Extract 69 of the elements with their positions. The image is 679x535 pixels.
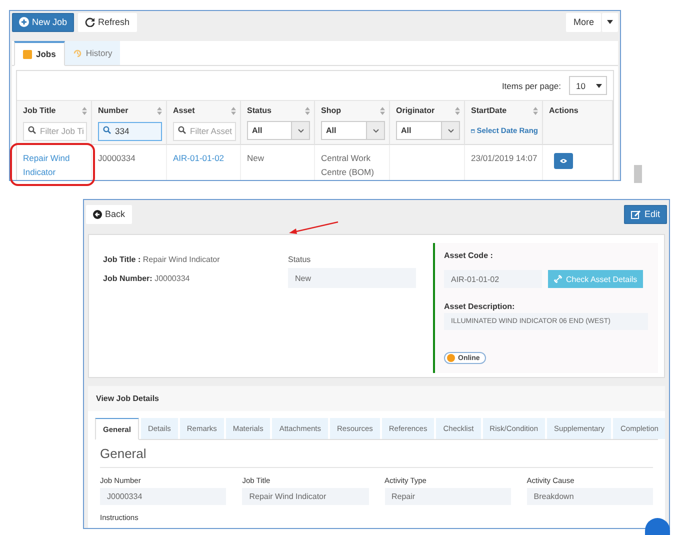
eye-icon [560,158,567,164]
section-heading: General [100,446,653,468]
new-job-button[interactable]: New Job [12,12,74,32]
asset-description-label: Asset Description: [444,302,516,311]
status-label: Status [288,255,312,264]
job-link[interactable]: AIR-01-01-02 [173,151,236,165]
table-cell: 23/01/2019 14:07 [471,153,538,163]
sort-icon[interactable] [533,106,538,114]
chevron-down-icon [298,128,304,132]
sort-icon[interactable] [231,106,236,114]
filter-select[interactable]: All [321,121,385,140]
filter-field[interactable]: 334 [98,122,162,140]
refresh-button[interactable]: Refresh [78,12,137,32]
search-icon [103,126,111,134]
job-link[interactable]: Repair Wind Indicator [23,151,87,179]
table-cell: New [247,153,264,163]
field-value: Breakdown [526,488,653,505]
items-per-page-label: Items per page: [502,80,561,90]
search-icon [178,126,186,134]
column-title: Asset [173,106,195,115]
chevron-down-icon [448,128,454,132]
tab[interactable]: Jobs [14,41,65,66]
section-title: View Job Details [96,394,159,403]
column-title: Job Title [23,106,56,115]
filter-field[interactable]: Filter Asset [173,122,236,140]
edit-icon [631,210,642,218]
column-title: Originator [396,106,435,115]
refresh-icon [85,17,96,27]
sort-icon[interactable] [305,106,310,114]
table-cell: Central Work Centre (BOM) [321,153,374,177]
back-button[interactable]: Back [86,204,132,224]
status-field: New [288,268,416,288]
search-icon [28,126,36,134]
edit-button[interactable]: Edit [624,204,667,224]
column-title: Actions [549,106,578,115]
column-title: Status [247,106,272,115]
job-number-text: Job Number: J0000334 [103,274,191,283]
view-button[interactable] [554,153,573,169]
tab[interactable]: History [64,41,120,65]
dropdown-toggle[interactable] [602,12,618,32]
asset-code-field: AIR-01-01-02 [444,270,542,288]
more-button[interactable]: More [566,12,601,32]
note-icon [23,50,32,58]
filter-select[interactable]: All [396,121,460,140]
caret-icon [607,20,613,24]
items-per-page-select[interactable]: 10 [569,76,607,95]
history-icon [72,48,82,58]
filter-field[interactable]: Filter Job Ti [23,122,87,140]
sort-icon[interactable] [380,106,385,114]
arrow [288,220,340,235]
plus-circle-icon [19,17,29,27]
job-title-text: Job Title : Repair Wind Indicator [103,255,221,264]
asset-code-label: Asset Code : [444,251,494,260]
sort-icon[interactable] [455,106,460,114]
table-cell: J0000334 [98,153,136,163]
column-title: Number [98,106,128,115]
field-value: Repair Wind Indicator [242,488,368,505]
chevron-down-icon [372,128,378,132]
filter-select[interactable]: All [247,121,310,140]
scroll-thumb[interactable] [634,165,642,183]
back-arrow-icon [93,210,102,218]
sort-icon[interactable] [157,106,162,114]
calendar-icon [471,126,475,134]
caret-icon [596,84,602,88]
column-title: Shop [321,106,341,115]
field-value: Repair [384,488,511,505]
field-value: J0000334 [100,488,226,505]
sort-icon[interactable] [82,106,87,114]
column-title: StartDate [471,106,507,115]
